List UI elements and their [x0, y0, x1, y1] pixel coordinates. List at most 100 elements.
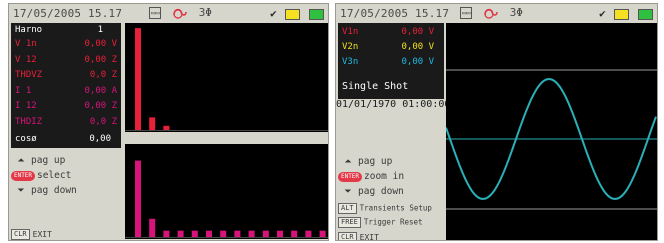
- mode-indicators: ▭▭ 3Φ: [149, 6, 212, 19]
- voltage-harmonic-chart: [125, 23, 328, 132]
- channel-row: V1n 0,00 V: [342, 27, 440, 39]
- arrow-up-icon: ⏶: [17, 156, 25, 166]
- current-harmonic-bar: [305, 230, 312, 237]
- current-harmonic-chart: [125, 144, 328, 239]
- harmonic-order-row: Harno 1: [15, 25, 117, 37]
- harmonic-row: V 1n 0,00 V: [15, 39, 117, 51]
- phase-indicator: 3Φ: [509, 6, 523, 19]
- plug-icon: ✔: [270, 7, 277, 20]
- harmonic-values-panel: Harno 1 V 1n 0,00 V V 12 0,00 Z THDVZ 0,0 Z I …: [11, 23, 121, 148]
- voltage-harmonic-bar: [135, 28, 141, 130]
- harmonic-row-value: 0,0 Z: [89, 70, 117, 80]
- channel-label: V3n: [342, 57, 359, 67]
- current-harmonic-bar: [177, 230, 184, 237]
- current-harmonic-bar: [191, 230, 198, 237]
- harmonics-screen: 17/05/2005 15.17 ▭▭ 3Φ ✔ Harno 1 V 1n 0,0…: [8, 3, 329, 241]
- harmonic-row-label: V 1n: [15, 39, 37, 49]
- free-key: FREE: [338, 217, 361, 228]
- channel-value: 0,00 V: [401, 57, 434, 67]
- harmonic-order: 1: [97, 25, 103, 35]
- waveform-display: [446, 23, 657, 240]
- current-harmonic-bar: [220, 230, 227, 237]
- transients-setup-label: Transients Setup: [359, 203, 432, 213]
- harmonic-row-label: THDIZ: [15, 116, 43, 127]
- harmonic-row-label: I 1: [15, 85, 32, 96]
- channel-value: 0,00 V: [401, 27, 434, 37]
- harmonic-row-value: 0,00 Z: [84, 54, 117, 65]
- select-control[interactable]: ENTER select: [11, 170, 71, 181]
- page-down-control[interactable]: ⏷ pag down: [338, 186, 404, 197]
- cos-label: cosø: [15, 134, 37, 144]
- zoom-in-label: zoom in: [364, 171, 405, 182]
- harmonic-row: THDVZ 0,0 Z: [15, 70, 117, 82]
- harmonic-row-value: 0,0 Z: [89, 116, 117, 127]
- harmonic-row: V 12 0,00 Z: [15, 55, 117, 67]
- datetime: 17/05/2005 15.17: [13, 7, 123, 20]
- datetime: 17/05/2005 15.17: [340, 7, 450, 20]
- harmonic-row-label: V 12: [15, 54, 37, 65]
- current-harmonic-bar: [291, 230, 298, 237]
- channel-label: V1n: [342, 27, 359, 37]
- channel-row: V3n 0,00 V: [342, 57, 440, 69]
- plug-icon: ✔: [599, 7, 606, 20]
- current-harmonic-bar: [248, 230, 255, 237]
- mode-indicators: ▭▭ 3Φ: [460, 6, 523, 19]
- arrow-up-icon: ⏶: [344, 157, 352, 167]
- exit-label: EXIT: [32, 230, 52, 239]
- harmonic-row: I 12 0,00 Z: [15, 101, 117, 113]
- cos-row: cosø 0,00: [15, 134, 117, 146]
- battery-icon: [614, 8, 630, 20]
- page-up-label: pag up: [31, 155, 66, 166]
- exit-label: EXIT: [359, 233, 379, 241]
- voltage-harmonic-bar: [149, 117, 156, 130]
- cos-value: 0,00: [89, 134, 111, 144]
- clr-key: CLR: [338, 232, 357, 240]
- alt-key: ALT: [338, 203, 357, 214]
- transient-mode-icon: [484, 8, 498, 19]
- exit-control[interactable]: CLR EXIT: [11, 229, 52, 240]
- clr-key: CLR: [11, 229, 30, 240]
- harmonic-row: THDIZ 0,0 Z: [15, 117, 117, 129]
- arrow-down-icon: ⏷: [17, 186, 25, 196]
- exit-control[interactable]: CLR EXIT: [338, 232, 379, 241]
- power-indicators: ✔: [270, 7, 324, 20]
- harmonic-title: Harno: [15, 25, 43, 35]
- zoom-in-control[interactable]: ENTER zoom in: [338, 171, 404, 182]
- channel-value: 0,00 V: [401, 42, 434, 52]
- enter-key-icon: ENTER: [338, 171, 362, 182]
- current-harmonic-bar: [163, 230, 170, 237]
- status-bar: 17/05/2005 15.17 ▭▭ 3Φ ✔: [9, 4, 328, 23]
- transients-screen: 17/05/2005 15.17 ▭▭ 3Φ ✔ V1n 0,00 V V2n 0,0…: [335, 3, 658, 241]
- capture-timestamp: 01/01/1970 01:00:00: [336, 99, 446, 119]
- memory-icon: ▭▭: [460, 7, 473, 19]
- page-down-label: pag down: [31, 185, 77, 196]
- battery-charge-icon: [638, 8, 653, 20]
- page-down-label: pag down: [358, 186, 404, 197]
- status-bar: 17/05/2005 15.17 ▭▭ 3Φ ✔: [336, 4, 657, 23]
- harmonic-row-value: 0,00 V: [84, 39, 117, 49]
- current-harmonic-bar: [277, 230, 283, 237]
- trigger-reset-label: Trigger Reset: [363, 217, 423, 227]
- page-up-control[interactable]: ⏶ pag up: [338, 156, 392, 167]
- current-harmonic-bar: [135, 160, 141, 237]
- current-harmonic-bar: [234, 230, 241, 237]
- current-harmonic-bar: [149, 218, 156, 237]
- channel-row: V2n 0,00 V: [342, 42, 440, 54]
- transients-setup-control[interactable]: ALT Transients Setup: [338, 203, 432, 214]
- trigger-reset-control[interactable]: FREE Trigger Reset: [338, 217, 423, 228]
- memory-icon: ▭▭: [149, 7, 162, 19]
- harmonic-row: I 1 0,00 A: [15, 86, 117, 98]
- page-down-control[interactable]: ⏷ pag down: [11, 185, 77, 196]
- controls-area: ⏶ pag up ENTER select ⏷ pag down CLR EXIT: [11, 152, 123, 240]
- phase-indicator: 3Φ: [198, 6, 212, 19]
- harmonic-row-label: I 12: [15, 101, 37, 111]
- channel-label: V2n: [342, 42, 359, 52]
- battery-icon: [285, 8, 301, 20]
- controls-area: ⏶ pag up ENTER zoom in ⏷ pag down ALT Transi…: [338, 154, 446, 241]
- mode-row: Single Shot: [342, 81, 440, 93]
- arrow-down-icon: ⏷: [344, 187, 352, 197]
- capture-mode: Single Shot: [342, 81, 409, 92]
- enter-key-icon: ENTER: [11, 170, 35, 181]
- page-up-control[interactable]: ⏶ pag up: [11, 155, 65, 166]
- select-label: select: [37, 170, 72, 181]
